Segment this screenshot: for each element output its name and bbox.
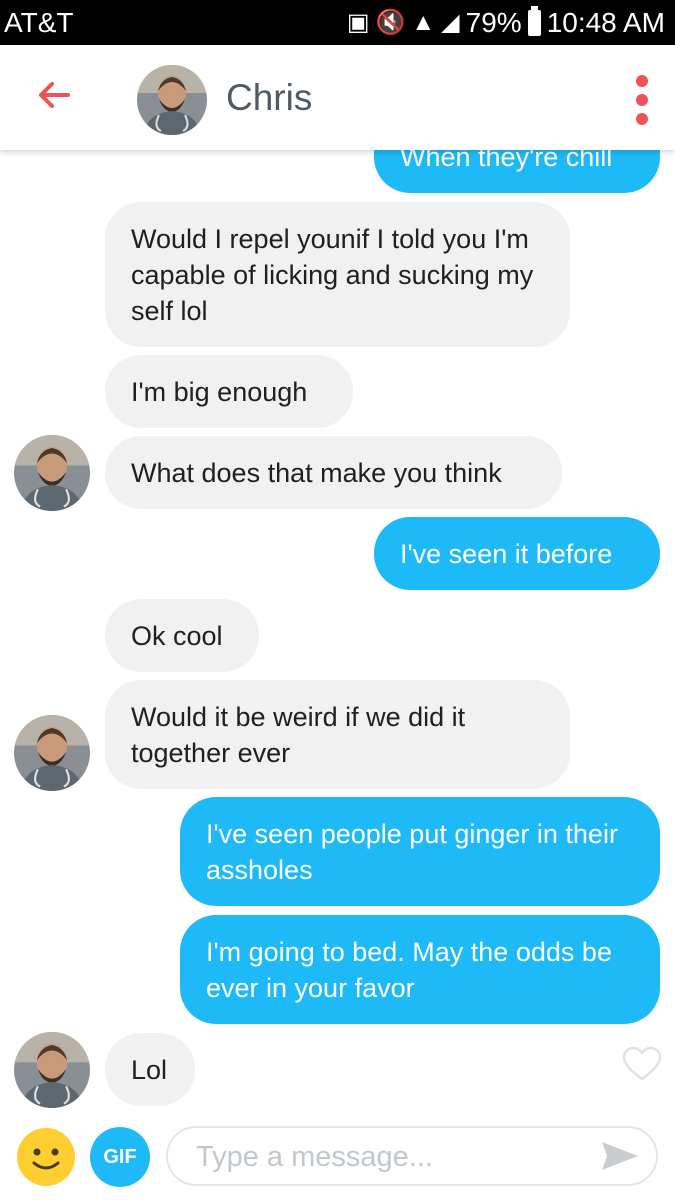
carrier-label: AT&T: [4, 7, 74, 38]
message-incoming[interactable]: Ok cool: [105, 599, 259, 672]
contact-avatar[interactable]: [14, 1032, 90, 1108]
contact-avatar[interactable]: [14, 715, 90, 791]
status-bar: AT&T ▣ 🔇 ▲ ◢ 79% 10:48 AM: [0, 0, 675, 45]
message-incoming[interactable]: What does that make you think: [105, 436, 562, 509]
emoji-button[interactable]: [16, 1127, 76, 1187]
message-input-placeholder: Type a message...: [196, 1141, 433, 1173]
message-incoming[interactable]: I'm big enough: [105, 355, 353, 428]
contact-name[interactable]: Chris: [226, 77, 312, 119]
chat-header: Chris: [0, 45, 675, 150]
clock: 10:48 AM: [546, 7, 665, 38]
message-outgoing[interactable]: I've seen it before: [374, 517, 660, 590]
message-incoming[interactable]: Would it be weird if we did it together …: [105, 680, 570, 789]
mute-icon: 🔇: [375, 9, 406, 36]
battery-percent: 79%: [465, 7, 522, 38]
wifi-icon: ▲: [411, 9, 436, 36]
send-icon[interactable]: [600, 1140, 640, 1172]
more-options-icon[interactable]: [635, 75, 649, 125]
battery-icon: [527, 6, 541, 36]
message-incoming[interactable]: Would I repel younif I told you I'm capa…: [105, 202, 570, 347]
message-incoming[interactable]: Lol: [105, 1033, 195, 1106]
status-icons: ▣ 🔇 ▲ ◢ 79% 10:48 AM: [346, 6, 665, 39]
gif-button[interactable]: GIF: [90, 1127, 150, 1187]
back-arrow-icon[interactable]: [34, 75, 74, 115]
like-heart-icon[interactable]: [622, 1046, 662, 1082]
message-outgoing[interactable]: I'm going to bed. May the odds be ever i…: [180, 915, 660, 1024]
message-list[interactable]: When they're chill Would I repel younif …: [0, 150, 675, 1115]
message-outgoing[interactable]: When they're chill: [374, 150, 660, 193]
data-saver-icon: ▣: [346, 9, 370, 36]
message-outgoing[interactable]: I've seen people put ginger in their ass…: [180, 797, 660, 906]
signal-icon: ◢: [441, 9, 460, 36]
composer-bar: GIF Type a message...: [0, 1115, 675, 1200]
contact-avatar[interactable]: [14, 435, 90, 511]
contact-avatar[interactable]: [137, 65, 207, 135]
message-input[interactable]: Type a message...: [166, 1126, 658, 1186]
